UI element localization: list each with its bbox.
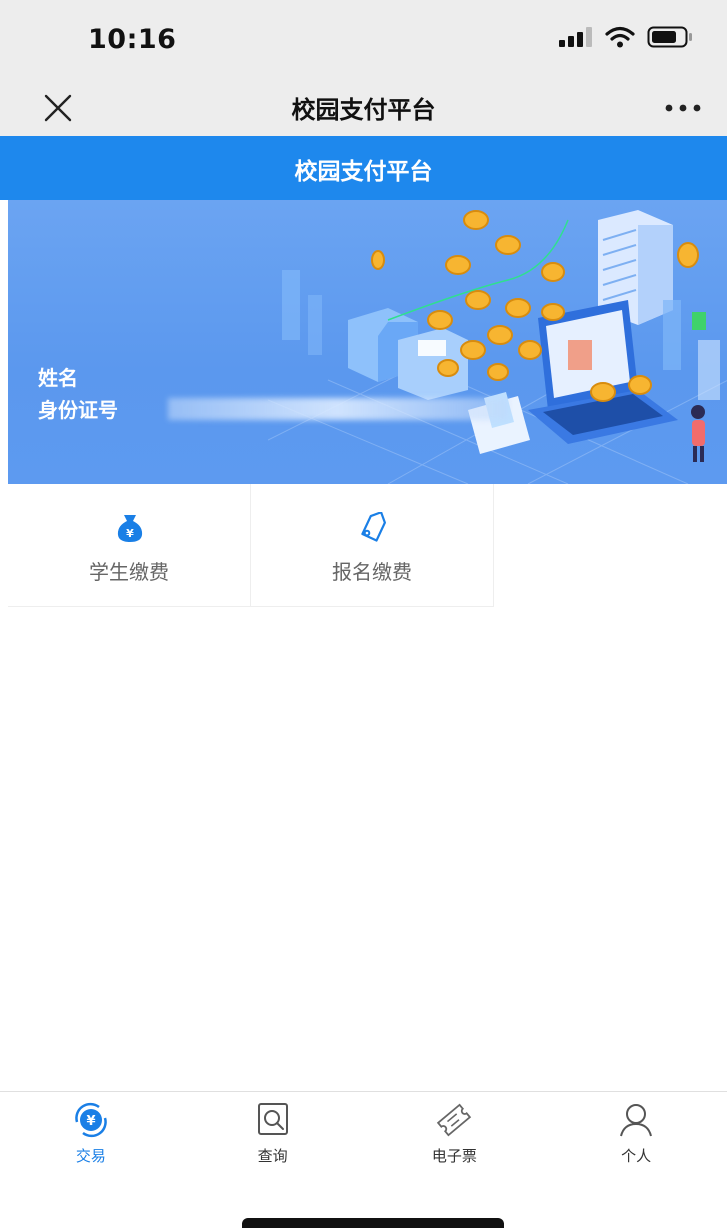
status-bar: 10:16 <box>0 0 727 80</box>
tab-label: 查询 <box>257 1147 288 1165</box>
status-time: 10:16 <box>88 24 177 55</box>
status-icons <box>559 26 693 48</box>
id-number-label: 身份证号 <box>38 398 118 422</box>
page-header: 校园支付平台 <box>0 136 727 200</box>
tag-icon <box>361 512 386 542</box>
svg-text:¥: ¥ <box>126 527 134 540</box>
nav-bar: 校园支付平台 <box>0 80 727 136</box>
tab-transaction[interactable]: ¥ 交易 <box>0 1092 182 1182</box>
service-label: 报名缴费 <box>332 560 412 584</box>
tab-label: 交易 <box>75 1147 106 1165</box>
tab-label: 个人 <box>621 1147 652 1165</box>
tab-label: 电子票 <box>431 1147 477 1165</box>
name-label: 姓名 <box>38 366 78 390</box>
wifi-icon <box>605 26 635 48</box>
page-title: 校园支付平台 <box>294 159 433 185</box>
svg-text:¥: ¥ <box>86 1114 95 1129</box>
nav-title: 校园支付平台 <box>291 96 436 124</box>
bottom-tab-bar: ¥ 交易 查询 电子票 个人 <box>0 1091 727 1182</box>
person-icon <box>620 1104 653 1137</box>
payment-illustration <box>268 210 727 484</box>
service-label: 学生缴费 <box>89 560 169 584</box>
user-banner: 姓名 身份证号 <box>8 200 727 484</box>
home-indicator <box>242 1218 504 1228</box>
search-icon <box>257 1103 288 1135</box>
money-bag-icon: ¥ <box>117 515 143 542</box>
redacted-info <box>168 398 508 420</box>
ticket-icon <box>437 1103 472 1137</box>
service-grid: ¥ 学生缴费 报名缴费 <box>8 484 494 607</box>
tab-query[interactable]: 查询 <box>182 1092 364 1182</box>
more-icon[interactable] <box>661 92 705 122</box>
tab-personal[interactable]: 个人 <box>545 1092 727 1182</box>
yuan-cycle-icon: ¥ <box>75 1102 107 1138</box>
battery-icon <box>647 26 692 48</box>
student-payment-item[interactable]: ¥ 学生缴费 <box>8 484 251 606</box>
signal-icon <box>559 27 592 47</box>
registration-payment-item[interactable]: 报名缴费 <box>251 484 494 606</box>
tab-e-ticket[interactable]: 电子票 <box>364 1092 546 1182</box>
